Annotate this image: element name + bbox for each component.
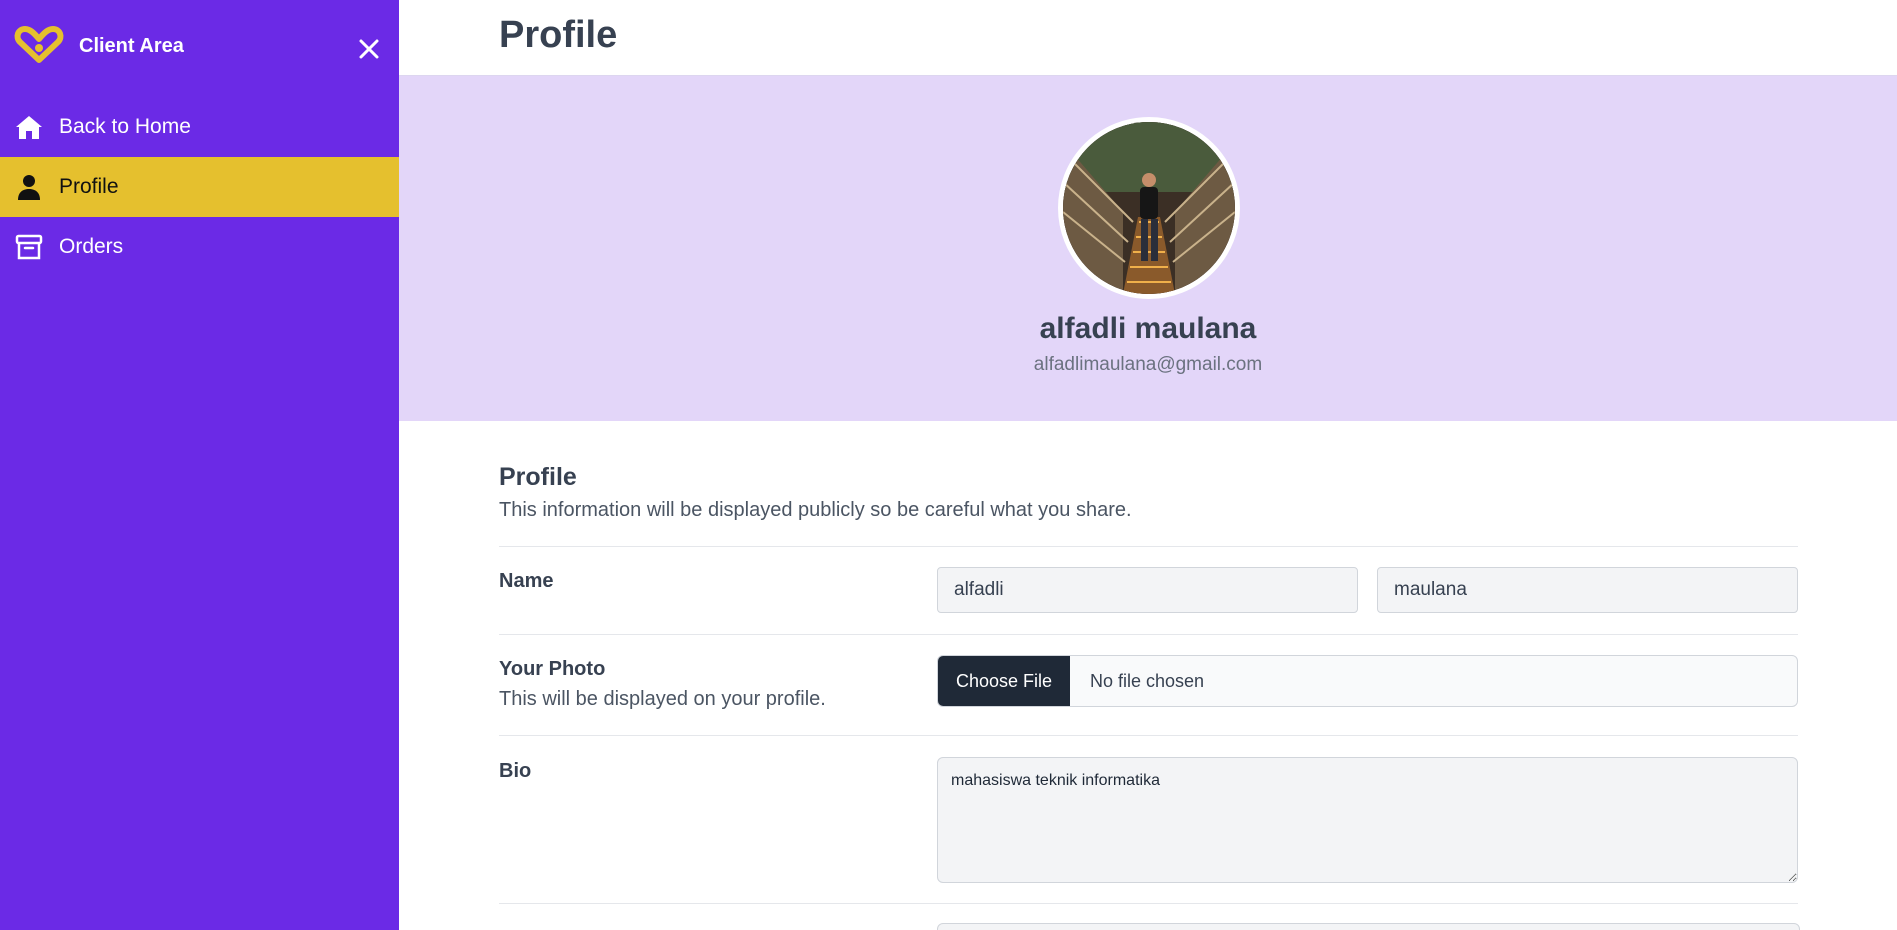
brand-title: Client Area (79, 34, 184, 57)
divider (499, 546, 1798, 547)
sidebar-item-label: Back to Home (59, 115, 191, 138)
page-title: Profile (499, 14, 618, 56)
user-email: alfadlimaulana@gmail.com (1033, 354, 1263, 375)
last-name-input[interactable] (1377, 567, 1798, 613)
logo-icon (14, 26, 64, 63)
bio-textarea[interactable]: mahasiswa teknik informatika (937, 757, 1798, 883)
sidebar-item-label: Orders (59, 235, 124, 258)
divider (499, 634, 1798, 635)
home-icon (14, 112, 44, 142)
sidebar-item-back-to-home[interactable]: Back to Home (0, 97, 399, 157)
file-status: No file chosen (1090, 670, 1205, 691)
first-name-input[interactable] (937, 567, 1358, 613)
sidebar: Client Area Back to Home Profile Orders (0, 0, 399, 930)
topbar: Profile (399, 0, 1897, 76)
brand[interactable]: Client Area (14, 26, 184, 66)
sidebar-item-label: Profile (59, 175, 119, 198)
next-field[interactable] (937, 923, 1800, 930)
sidebar-item-orders[interactable]: Orders (0, 217, 399, 277)
main-content: Profile alfadli maulana alfadlimaulana@g… (399, 0, 1897, 930)
user-name: alfadli maulana (1039, 312, 1257, 345)
user-icon (14, 172, 44, 202)
divider (499, 735, 1798, 736)
profile-banner: alfadli maulana alfadlimaulana@gmail.com (399, 76, 1897, 421)
photo-hint: This will be displayed on your profile. (499, 688, 826, 710)
choose-file-button[interactable]: Choose File (938, 656, 1070, 706)
avatar (1058, 117, 1240, 299)
section-description: This information will be displayed publi… (499, 499, 1132, 521)
divider (499, 903, 1798, 904)
section-title: Profile (499, 463, 577, 491)
close-sidebar-button[interactable] (354, 34, 384, 64)
photo-label: Your Photo (499, 658, 606, 680)
close-icon (359, 39, 379, 59)
archive-icon (14, 232, 44, 262)
name-label: Name (499, 570, 554, 592)
photo-file-input[interactable]: Choose File No file chosen (937, 655, 1798, 707)
sidebar-item-profile[interactable]: Profile (0, 157, 399, 217)
bio-label: Bio (499, 760, 532, 782)
